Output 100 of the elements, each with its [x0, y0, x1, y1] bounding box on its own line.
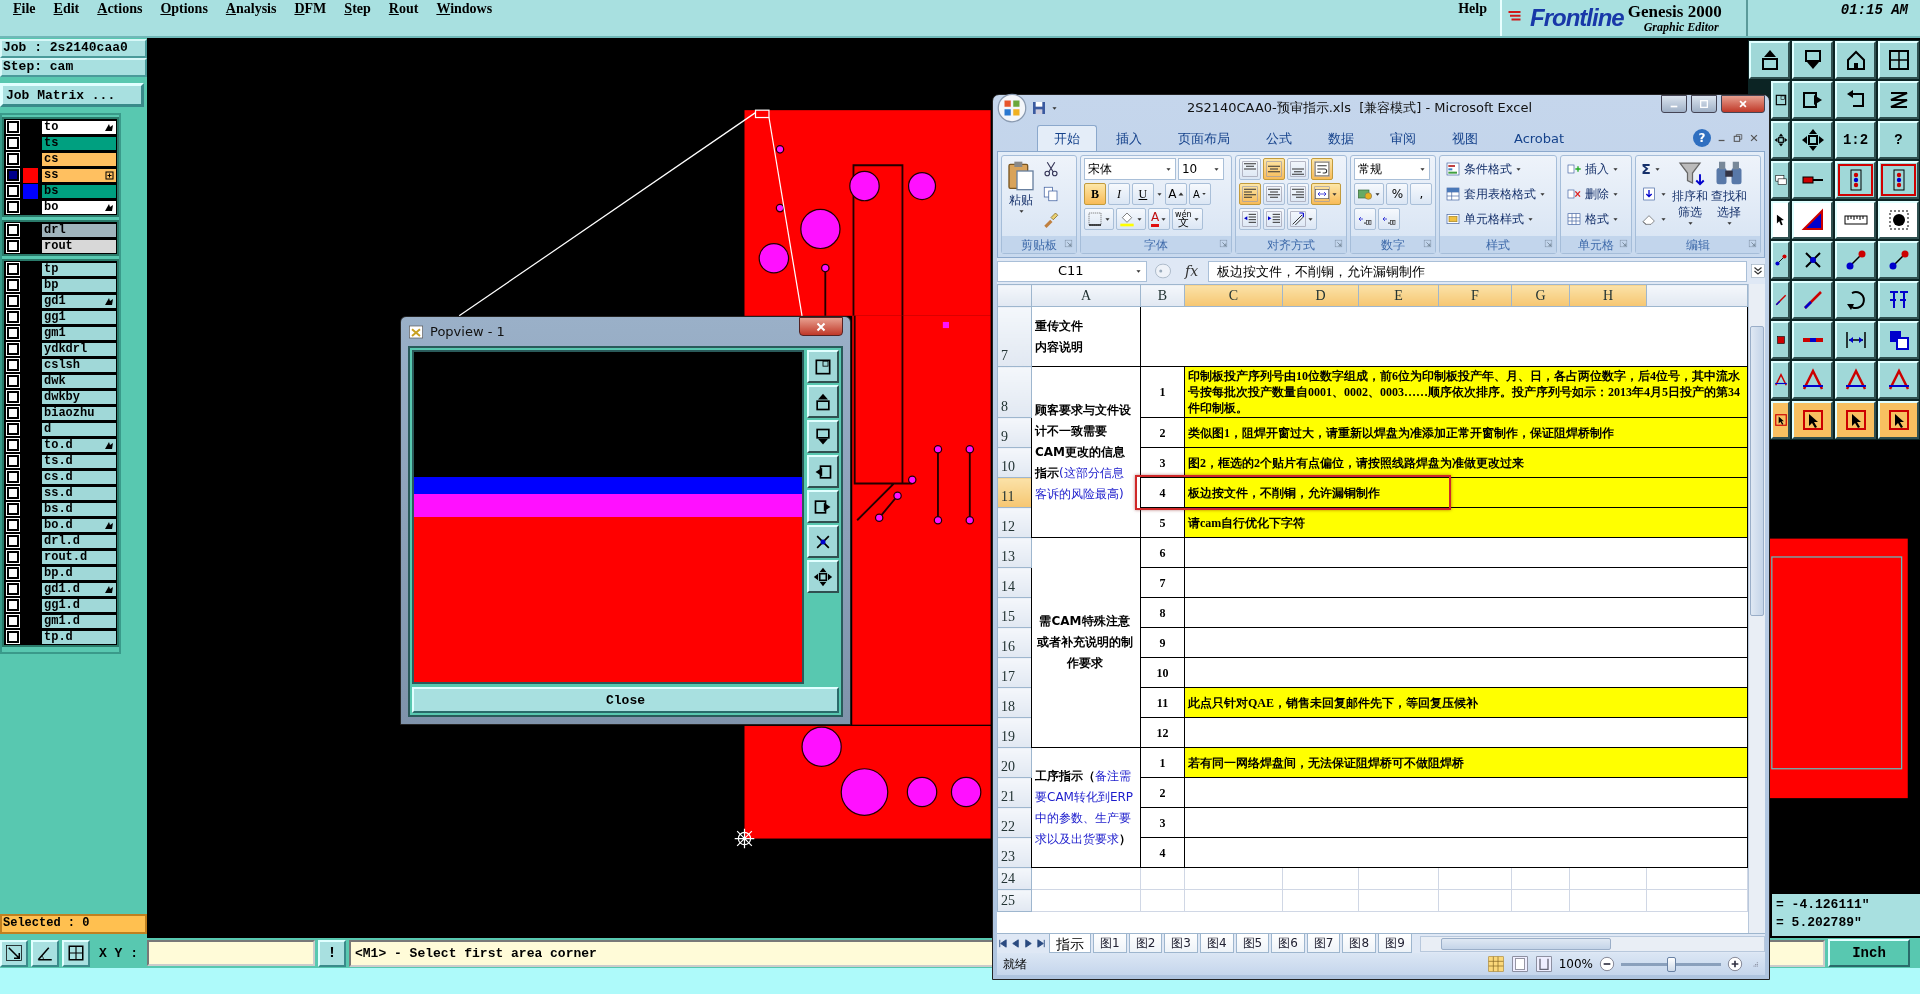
grow-font-button[interactable]: A — [1164, 183, 1187, 205]
row-header[interactable]: 20 — [997, 747, 1032, 778]
layer-button[interactable]: bs.d — [41, 501, 117, 517]
sheet-tab[interactable]: 图3 — [1164, 934, 1198, 953]
paste-button[interactable]: 粘贴 — [1005, 158, 1037, 234]
column-header[interactable]: A — [1031, 284, 1141, 307]
layer-button[interactable]: gd1 — [41, 293, 117, 309]
menu-item[interactable]: File — [4, 0, 45, 18]
help-menu[interactable]: Help — [1449, 0, 1496, 18]
layer-button[interactable]: to.d — [41, 437, 117, 453]
font-name-field[interactable]: 宋体 — [1083, 158, 1176, 180]
sheet-tab[interactable]: 图6 — [1271, 934, 1305, 953]
cells-menu-button[interactable]: 插入 — [1564, 158, 1622, 180]
sheet-tab[interactable]: 图8 — [1342, 934, 1377, 953]
ribbon-tab[interactable]: 视图 — [1435, 125, 1495, 151]
menu-item[interactable]: Actions — [88, 0, 152, 18]
row-header[interactable]: 7 — [997, 306, 1032, 367]
layer-button[interactable]: ss.d — [41, 485, 117, 501]
shrink-font-button[interactable]: A — [1188, 183, 1211, 205]
font-color-button[interactable]: A — [1147, 208, 1171, 230]
menu-item[interactable]: Windows — [427, 0, 502, 18]
font-style-button[interactable]: I — [1107, 183, 1130, 205]
autosum-button[interactable]: Σ — [1639, 158, 1670, 180]
row-header[interactable]: 14 — [997, 567, 1032, 598]
column-header[interactable]: D — [1282, 284, 1359, 307]
cells-menu-button[interactable]: 删除 — [1564, 183, 1622, 205]
row-header[interactable]: 21 — [997, 777, 1032, 808]
alert-button[interactable]: ! — [318, 939, 346, 967]
sheet-tab[interactable]: 图5 — [1235, 934, 1270, 953]
row-header[interactable]: 19 — [997, 717, 1032, 748]
layer-button[interactable]: bp — [41, 277, 117, 293]
row-header[interactable]: 24 — [997, 867, 1032, 890]
layer-button[interactable]: dwkby — [41, 389, 117, 405]
ribbon-tab[interactable]: 审阅 — [1373, 125, 1433, 151]
sheet-tab[interactable]: 图7 — [1306, 934, 1341, 953]
ribbon-tab[interactable]: 开始 — [1037, 125, 1097, 151]
layer-button[interactable]: cslsh — [41, 357, 117, 373]
comma-button[interactable]: , — [1410, 183, 1433, 205]
layer-button[interactable]: tp — [41, 261, 117, 277]
percent-button[interactable]: % — [1386, 183, 1409, 205]
column-header[interactable]: H — [1569, 284, 1647, 307]
sheet-tab[interactable]: 图2 — [1128, 934, 1163, 953]
sort-filter-button[interactable]: 排序和 筛选 — [1672, 158, 1709, 234]
font-style-button[interactable]: U — [1131, 183, 1154, 205]
row-header[interactable]: 9 — [997, 417, 1032, 448]
font-style-button[interactable]: B — [1083, 183, 1106, 205]
layer-button[interactable]: ydkdrl — [41, 341, 117, 357]
layer-button[interactable]: bo — [41, 199, 117, 215]
menu-item[interactable]: Options — [151, 0, 217, 18]
row-header[interactable]: 13 — [997, 537, 1032, 568]
layer-button[interactable]: biaozhu — [41, 405, 117, 421]
row-header[interactable]: 22 — [997, 807, 1032, 838]
layer-button[interactable]: cs — [41, 151, 117, 167]
layer-button[interactable]: rout.d — [41, 549, 117, 565]
row-header[interactable]: 18 — [997, 687, 1032, 718]
layer-button[interactable]: to — [41, 119, 117, 135]
layer-button[interactable]: d — [41, 421, 117, 437]
style-menu-button[interactable]: 单元格样式 — [1443, 208, 1549, 230]
row-header[interactable]: 25 — [997, 889, 1032, 912]
cells-menu-button[interactable]: 格式 — [1564, 208, 1622, 230]
sheet-tab[interactable]: 指示 — [1049, 934, 1091, 953]
insert-function-button[interactable]: fx — [1179, 263, 1205, 279]
layer-button[interactable]: drl.d — [41, 533, 117, 549]
tool-button[interactable]: ? — [1878, 121, 1919, 159]
row-header[interactable]: 16 — [997, 627, 1032, 658]
layer-button[interactable]: drl — [41, 222, 117, 238]
sheet-tab[interactable]: 图1 — [1093, 934, 1127, 953]
close-button[interactable]: Close — [412, 687, 839, 713]
layer-button[interactable]: gg1.d — [41, 597, 117, 613]
style-menu-button[interactable]: 条件格式 — [1443, 158, 1549, 180]
row-header[interactable]: 17 — [997, 657, 1032, 688]
sheet-tab[interactable]: 图4 — [1199, 934, 1234, 953]
font-size-field[interactable]: 10 — [1177, 158, 1224, 180]
find-select-button[interactable]: 查找和 选择 — [1711, 158, 1748, 234]
column-header[interactable]: F — [1438, 284, 1512, 307]
row-header[interactable]: 11 — [997, 477, 1032, 508]
layer-button[interactable]: tp.d — [41, 629, 117, 645]
ribbon-tab[interactable]: 数据 — [1311, 125, 1371, 151]
layer-button[interactable]: bs — [41, 183, 117, 199]
menu-item[interactable]: Edit — [44, 0, 89, 18]
row-header[interactable]: 23 — [997, 837, 1032, 868]
layer-button[interactable]: cs.d — [41, 469, 117, 485]
row-header[interactable]: 8 — [997, 366, 1032, 418]
units-button[interactable]: Inch — [1828, 939, 1910, 967]
column-header[interactable]: E — [1358, 284, 1439, 307]
layer-button[interactable]: bo.d — [41, 517, 117, 533]
column-header[interactable]: G — [1511, 284, 1570, 307]
tool-button[interactable]: 1:2 — [1835, 121, 1876, 159]
column-header[interactable]: C — [1184, 284, 1283, 307]
menu-item[interactable]: Analysis — [216, 0, 286, 18]
ribbon-tab[interactable]: 页面布局 — [1161, 125, 1247, 151]
layer-button[interactable]: gd1.d — [41, 581, 117, 597]
formula-field[interactable]: 板边按文件，不削铜，允许漏铜制作 — [1208, 260, 1747, 282]
layer-button[interactable]: gg1 — [41, 309, 117, 325]
job-matrix-button[interactable]: Job Matrix ... — [0, 83, 144, 107]
name-box[interactable]: C11 — [997, 260, 1147, 282]
layer-button[interactable]: ss — [41, 167, 117, 183]
layer-button[interactable]: gm1 — [41, 325, 117, 341]
menu-item[interactable]: Step — [335, 0, 380, 18]
number-format-field[interactable]: 常规 — [1354, 158, 1431, 180]
